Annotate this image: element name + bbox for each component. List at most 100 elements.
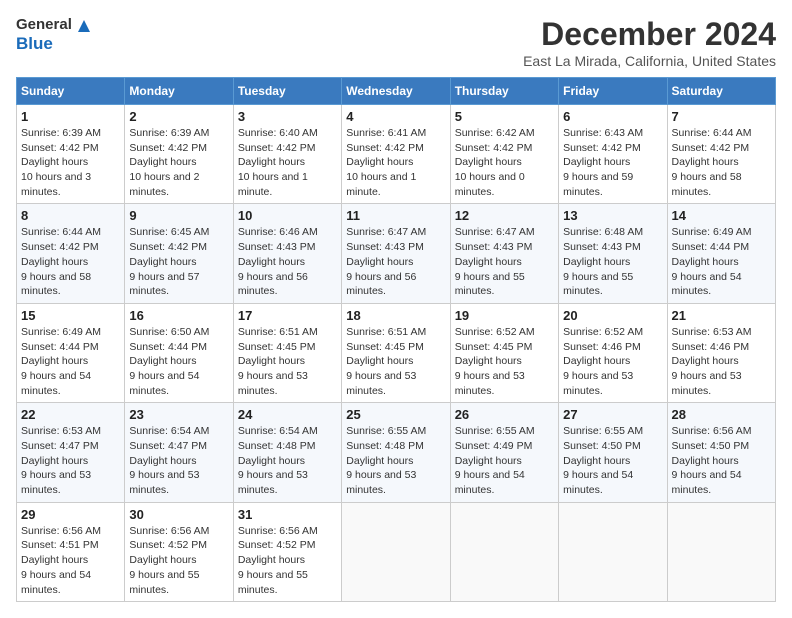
weekday-header-monday: Monday xyxy=(125,78,233,105)
weekday-header-thursday: Thursday xyxy=(450,78,558,105)
day-number: 9 xyxy=(129,208,228,223)
day-info: Sunrise: 6:44 AM Sunset: 4:42 PM Dayligh… xyxy=(21,226,101,297)
day-number: 21 xyxy=(672,308,771,323)
calendar-cell: 17 Sunrise: 6:51 AM Sunset: 4:45 PM Dayl… xyxy=(233,303,341,402)
day-number: 26 xyxy=(455,407,554,422)
day-info: Sunrise: 6:55 AM Sunset: 4:49 PM Dayligh… xyxy=(455,425,535,496)
day-info: Sunrise: 6:47 AM Sunset: 4:43 PM Dayligh… xyxy=(455,226,535,297)
calendar-cell: 26 Sunrise: 6:55 AM Sunset: 4:49 PM Dayl… xyxy=(450,403,558,502)
day-number: 20 xyxy=(563,308,662,323)
calendar-week-2: 8 Sunrise: 6:44 AM Sunset: 4:42 PM Dayli… xyxy=(17,204,776,303)
calendar-cell: 1 Sunrise: 6:39 AM Sunset: 4:42 PM Dayli… xyxy=(17,105,125,204)
calendar-cell: 9 Sunrise: 6:45 AM Sunset: 4:42 PM Dayli… xyxy=(125,204,233,303)
logo-blue: Blue xyxy=(16,34,92,54)
calendar-cell: 19 Sunrise: 6:52 AM Sunset: 4:45 PM Dayl… xyxy=(450,303,558,402)
logo-general: General xyxy=(16,16,92,34)
day-number: 22 xyxy=(21,407,120,422)
day-number: 3 xyxy=(238,109,337,124)
weekday-header-saturday: Saturday xyxy=(667,78,775,105)
weekday-header-tuesday: Tuesday xyxy=(233,78,341,105)
weekday-header-sunday: Sunday xyxy=(17,78,125,105)
day-number: 5 xyxy=(455,109,554,124)
calendar-cell: 8 Sunrise: 6:44 AM Sunset: 4:42 PM Dayli… xyxy=(17,204,125,303)
calendar-cell: 14 Sunrise: 6:49 AM Sunset: 4:44 PM Dayl… xyxy=(667,204,775,303)
calendar-cell: 21 Sunrise: 6:53 AM Sunset: 4:46 PM Dayl… xyxy=(667,303,775,402)
day-info: Sunrise: 6:53 AM Sunset: 4:46 PM Dayligh… xyxy=(672,326,752,397)
day-info: Sunrise: 6:51 AM Sunset: 4:45 PM Dayligh… xyxy=(346,326,426,397)
day-number: 30 xyxy=(129,507,228,522)
calendar-cell: 7 Sunrise: 6:44 AM Sunset: 4:42 PM Dayli… xyxy=(667,105,775,204)
day-number: 28 xyxy=(672,407,771,422)
day-info: Sunrise: 6:45 AM Sunset: 4:42 PM Dayligh… xyxy=(129,226,209,297)
title-block: December 2024 East La Mirada, California… xyxy=(523,16,776,69)
calendar-cell: 23 Sunrise: 6:54 AM Sunset: 4:47 PM Dayl… xyxy=(125,403,233,502)
day-number: 1 xyxy=(21,109,120,124)
page-subtitle: East La Mirada, California, United State… xyxy=(523,53,776,69)
logo: General Blue xyxy=(16,16,92,54)
day-number: 15 xyxy=(21,308,120,323)
day-info: Sunrise: 6:52 AM Sunset: 4:45 PM Dayligh… xyxy=(455,326,535,397)
calendar-week-1: 1 Sunrise: 6:39 AM Sunset: 4:42 PM Dayli… xyxy=(17,105,776,204)
calendar-cell: 11 Sunrise: 6:47 AM Sunset: 4:43 PM Dayl… xyxy=(342,204,450,303)
day-info: Sunrise: 6:56 AM Sunset: 4:51 PM Dayligh… xyxy=(21,525,101,596)
day-info: Sunrise: 6:44 AM Sunset: 4:42 PM Dayligh… xyxy=(672,127,752,198)
day-info: Sunrise: 6:40 AM Sunset: 4:42 PM Dayligh… xyxy=(238,127,318,198)
calendar-cell: 30 Sunrise: 6:56 AM Sunset: 4:52 PM Dayl… xyxy=(125,502,233,601)
calendar-cell: 24 Sunrise: 6:54 AM Sunset: 4:48 PM Dayl… xyxy=(233,403,341,502)
day-number: 31 xyxy=(238,507,337,522)
day-number: 8 xyxy=(21,208,120,223)
day-number: 6 xyxy=(563,109,662,124)
calendar-cell: 6 Sunrise: 6:43 AM Sunset: 4:42 PM Dayli… xyxy=(559,105,667,204)
day-number: 17 xyxy=(238,308,337,323)
day-info: Sunrise: 6:56 AM Sunset: 4:52 PM Dayligh… xyxy=(129,525,209,596)
day-info: Sunrise: 6:46 AM Sunset: 4:43 PM Dayligh… xyxy=(238,226,318,297)
day-number: 18 xyxy=(346,308,445,323)
day-number: 13 xyxy=(563,208,662,223)
calendar-cell: 10 Sunrise: 6:46 AM Sunset: 4:43 PM Dayl… xyxy=(233,204,341,303)
day-info: Sunrise: 6:54 AM Sunset: 4:48 PM Dayligh… xyxy=(238,425,318,496)
calendar-cell xyxy=(667,502,775,601)
calendar-cell: 15 Sunrise: 6:49 AM Sunset: 4:44 PM Dayl… xyxy=(17,303,125,402)
calendar-cell: 22 Sunrise: 6:53 AM Sunset: 4:47 PM Dayl… xyxy=(17,403,125,502)
day-info: Sunrise: 6:53 AM Sunset: 4:47 PM Dayligh… xyxy=(21,425,101,496)
calendar-table: SundayMondayTuesdayWednesdayThursdayFrid… xyxy=(16,77,776,602)
calendar-cell: 28 Sunrise: 6:56 AM Sunset: 4:50 PM Dayl… xyxy=(667,403,775,502)
day-number: 7 xyxy=(672,109,771,124)
calendar-cell: 12 Sunrise: 6:47 AM Sunset: 4:43 PM Dayl… xyxy=(450,204,558,303)
day-number: 4 xyxy=(346,109,445,124)
weekday-header-friday: Friday xyxy=(559,78,667,105)
calendar-cell: 2 Sunrise: 6:39 AM Sunset: 4:42 PM Dayli… xyxy=(125,105,233,204)
day-info: Sunrise: 6:49 AM Sunset: 4:44 PM Dayligh… xyxy=(21,326,101,397)
calendar-cell: 5 Sunrise: 6:42 AM Sunset: 4:42 PM Dayli… xyxy=(450,105,558,204)
day-info: Sunrise: 6:39 AM Sunset: 4:42 PM Dayligh… xyxy=(21,127,101,198)
day-number: 10 xyxy=(238,208,337,223)
day-info: Sunrise: 6:52 AM Sunset: 4:46 PM Dayligh… xyxy=(563,326,643,397)
day-number: 19 xyxy=(455,308,554,323)
day-info: Sunrise: 6:56 AM Sunset: 4:52 PM Dayligh… xyxy=(238,525,318,596)
day-number: 11 xyxy=(346,208,445,223)
day-number: 24 xyxy=(238,407,337,422)
day-info: Sunrise: 6:55 AM Sunset: 4:50 PM Dayligh… xyxy=(563,425,643,496)
weekday-header-wednesday: Wednesday xyxy=(342,78,450,105)
day-number: 16 xyxy=(129,308,228,323)
calendar-cell: 29 Sunrise: 6:56 AM Sunset: 4:51 PM Dayl… xyxy=(17,502,125,601)
day-info: Sunrise: 6:43 AM Sunset: 4:42 PM Dayligh… xyxy=(563,127,643,198)
day-info: Sunrise: 6:49 AM Sunset: 4:44 PM Dayligh… xyxy=(672,226,752,297)
day-number: 25 xyxy=(346,407,445,422)
calendar-cell: 20 Sunrise: 6:52 AM Sunset: 4:46 PM Dayl… xyxy=(559,303,667,402)
page-title: December 2024 xyxy=(523,16,776,53)
calendar-cell: 31 Sunrise: 6:56 AM Sunset: 4:52 PM Dayl… xyxy=(233,502,341,601)
day-number: 2 xyxy=(129,109,228,124)
calendar-cell: 27 Sunrise: 6:55 AM Sunset: 4:50 PM Dayl… xyxy=(559,403,667,502)
day-info: Sunrise: 6:48 AM Sunset: 4:43 PM Dayligh… xyxy=(563,226,643,297)
day-number: 12 xyxy=(455,208,554,223)
calendar-cell xyxy=(559,502,667,601)
calendar-week-5: 29 Sunrise: 6:56 AM Sunset: 4:51 PM Dayl… xyxy=(17,502,776,601)
calendar-week-4: 22 Sunrise: 6:53 AM Sunset: 4:47 PM Dayl… xyxy=(17,403,776,502)
day-info: Sunrise: 6:54 AM Sunset: 4:47 PM Dayligh… xyxy=(129,425,209,496)
day-info: Sunrise: 6:51 AM Sunset: 4:45 PM Dayligh… xyxy=(238,326,318,397)
calendar-cell: 18 Sunrise: 6:51 AM Sunset: 4:45 PM Dayl… xyxy=(342,303,450,402)
calendar-week-3: 15 Sunrise: 6:49 AM Sunset: 4:44 PM Dayl… xyxy=(17,303,776,402)
day-info: Sunrise: 6:56 AM Sunset: 4:50 PM Dayligh… xyxy=(672,425,752,496)
day-info: Sunrise: 6:47 AM Sunset: 4:43 PM Dayligh… xyxy=(346,226,426,297)
